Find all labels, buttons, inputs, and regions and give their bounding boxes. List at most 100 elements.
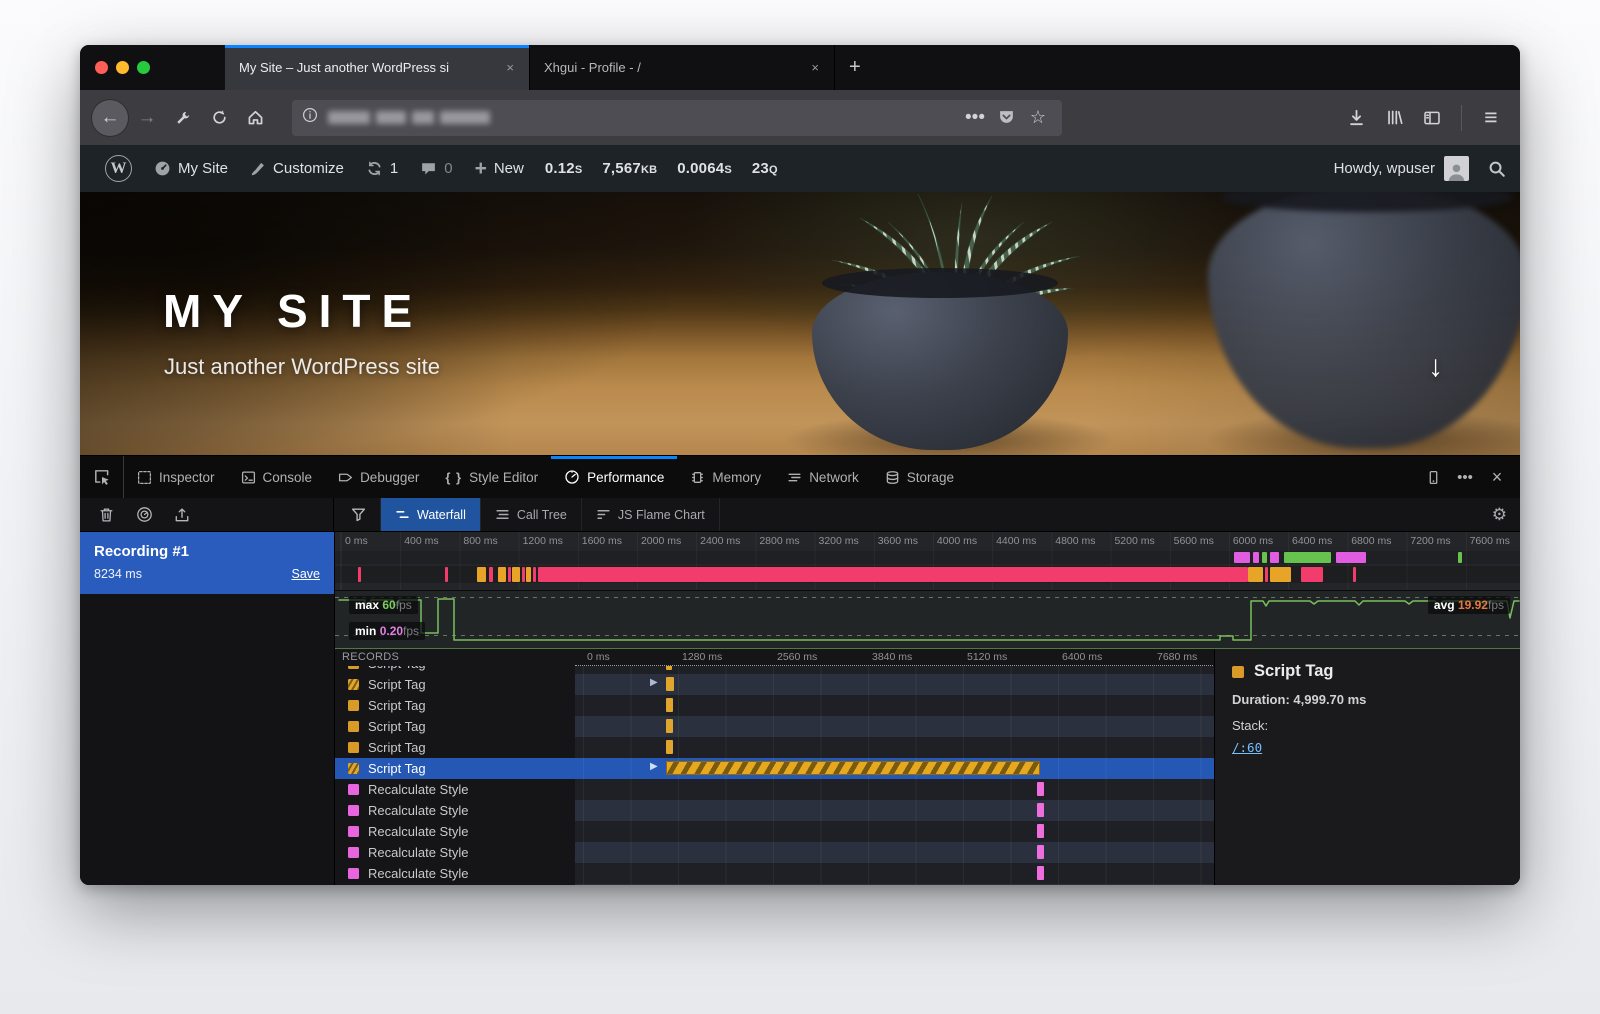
expand-arrow-icon[interactable]: ▶	[650, 761, 658, 772]
record-row[interactable]: Script Tag▶	[335, 758, 1215, 779]
overview-trace-track[interactable]	[335, 566, 1520, 583]
wp-my-site[interactable]: My Site	[143, 145, 239, 192]
record-row[interactable]: Recalculate Style	[335, 842, 1215, 863]
waterfall-bar[interactable]	[666, 719, 673, 733]
waterfall-bar[interactable]	[1037, 782, 1044, 796]
tab-debugger[interactable]: Debugger	[325, 456, 432, 498]
waterfall-bar[interactable]	[1037, 866, 1044, 880]
responsive-mode-icon[interactable]	[1418, 462, 1448, 492]
waterfall-lane[interactable]: ▶	[575, 758, 1215, 779]
forward-button[interactable]: →	[130, 101, 164, 135]
waterfall-bar[interactable]	[1037, 845, 1044, 859]
tab-close-icon[interactable]: ×	[501, 58, 519, 77]
tab-xhgui[interactable]: Xhgui - Profile - / ×	[530, 45, 835, 90]
view-waterfall-button[interactable]: Waterfall	[380, 498, 481, 531]
page-actions-icon[interactable]: •••	[962, 101, 988, 135]
minimize-window-button[interactable]	[116, 61, 129, 74]
waterfall-lane[interactable]	[575, 842, 1215, 863]
stack-frame-link[interactable]: /:60	[1232, 740, 1262, 755]
waterfall-lane[interactable]	[575, 821, 1215, 842]
new-tab-button[interactable]: +	[835, 45, 875, 90]
record-row[interactable]: Recalculate Style	[335, 821, 1215, 842]
back-button[interactable]: ←	[92, 100, 128, 136]
overview-markers-track[interactable]	[335, 551, 1520, 564]
tab-memory[interactable]: Memory	[677, 456, 774, 498]
waterfall-lane[interactable]	[575, 779, 1215, 800]
pick-element-icon[interactable]	[80, 456, 124, 498]
tab-my-site[interactable]: My Site – Just another WordPress si ×	[225, 45, 530, 90]
wp-customize[interactable]: Customize	[239, 145, 355, 192]
waterfall-bar[interactable]	[666, 761, 1040, 775]
zoom-window-button[interactable]	[137, 61, 150, 74]
record-performance-icon[interactable]	[130, 503, 158, 527]
menu-hamburger-icon[interactable]: ≡	[1474, 101, 1508, 135]
wrench-icon[interactable]	[166, 101, 200, 135]
record-row[interactable]: Script Tag	[335, 695, 1215, 716]
download-icon[interactable]	[1339, 101, 1373, 135]
waterfall-bar[interactable]	[666, 740, 673, 754]
wp-updates[interactable]: 1	[355, 145, 409, 192]
wp-new[interactable]: + New	[464, 145, 535, 192]
tab-storage[interactable]: Storage	[872, 456, 967, 498]
waterfall-bar[interactable]	[666, 677, 674, 691]
wp-stat-querytime[interactable]: 0.0064S	[667, 160, 742, 177]
tab-inspector[interactable]: Inspector	[124, 456, 228, 498]
devtools-menu-icon[interactable]: •••	[1450, 462, 1480, 492]
wp-comments[interactable]: 0	[409, 145, 463, 192]
framerate-graph[interactable]: max 60fps min 0.20fps avg 19.92fps	[335, 590, 1520, 649]
waterfall-lane[interactable]	[575, 716, 1215, 737]
tab-style-editor[interactable]: { } Style Editor	[432, 456, 551, 498]
wp-stat-queries[interactable]: 23Q	[742, 160, 788, 177]
pocket-icon[interactable]	[992, 101, 1020, 135]
sidebar-toggle-icon[interactable]	[1415, 101, 1449, 135]
record-row[interactable]: Script Tag	[335, 716, 1215, 737]
close-window-button[interactable]	[95, 61, 108, 74]
view-call-tree-button[interactable]: Call Tree	[481, 498, 582, 531]
filter-icon[interactable]	[344, 503, 372, 527]
record-row[interactable]: Recalculate Style	[335, 884, 1215, 885]
waterfall-bar[interactable]	[666, 698, 673, 712]
wp-stat-time[interactable]: 0.12S	[535, 160, 593, 177]
timeline-overview[interactable]: 0 ms400 ms800 ms1200 ms1600 ms2000 ms240…	[335, 532, 1520, 590]
record-row[interactable]: Recalculate Style	[335, 863, 1215, 884]
tab-performance[interactable]: Performance	[551, 456, 677, 498]
record-row[interactable]: Script Tag	[335, 737, 1215, 758]
devtools-close-icon[interactable]: ×	[1482, 462, 1512, 492]
wp-stat-memory[interactable]: 7,567KB	[592, 160, 667, 177]
bookmark-star-icon[interactable]: ☆	[1024, 101, 1052, 135]
save-recording-link[interactable]: Save	[292, 567, 321, 581]
waterfall-lane[interactable]	[575, 884, 1215, 885]
waterfall-lane[interactable]	[575, 666, 1215, 674]
view-js-flame-chart-button[interactable]: JS Flame Chart	[582, 498, 720, 531]
waterfall-lane[interactable]	[575, 863, 1215, 884]
search-icon[interactable]	[1488, 160, 1506, 178]
record-row[interactable]: Script Tag▶	[335, 674, 1215, 695]
waterfall-bar[interactable]	[666, 666, 672, 670]
waterfall-lane[interactable]	[575, 695, 1215, 716]
library-icon[interactable]	[1377, 101, 1411, 135]
waterfall-lane[interactable]: ▶	[575, 674, 1215, 695]
recording-item[interactable]: Recording #1 8234 ms Save	[80, 532, 334, 594]
expand-arrow-icon[interactable]: ▶	[650, 677, 658, 688]
record-row[interactable]: Recalculate Style	[335, 779, 1215, 800]
records-list[interactable]: Script TagScript Tag▶Script TagScript Ta…	[335, 666, 1215, 885]
info-icon[interactable]	[302, 107, 318, 128]
record-row[interactable]: Script Tag	[335, 666, 1215, 674]
waterfall-lane[interactable]	[575, 737, 1215, 758]
import-recording-icon[interactable]	[168, 503, 196, 527]
reload-icon[interactable]	[202, 101, 236, 135]
home-icon[interactable]	[238, 101, 272, 135]
waterfall-bar[interactable]	[1037, 803, 1044, 817]
url-bar[interactable]: ••• ☆	[292, 100, 1062, 136]
tab-network[interactable]: Network	[774, 456, 872, 498]
waterfall-bar[interactable]	[1037, 824, 1044, 838]
performance-settings-gear-icon[interactable]: ⚙	[1479, 498, 1520, 531]
wp-logo[interactable]: W	[94, 145, 143, 192]
scroll-down-arrow[interactable]: ↓	[1428, 350, 1443, 384]
tab-console[interactable]: Console	[228, 456, 326, 498]
waterfall-lane[interactable]	[575, 800, 1215, 821]
tab-close-icon[interactable]: ×	[806, 58, 824, 77]
wp-account[interactable]: Howdy, wpuser	[1334, 156, 1506, 181]
record-row[interactable]: Recalculate Style	[335, 800, 1215, 821]
clear-recordings-icon[interactable]	[92, 503, 120, 527]
